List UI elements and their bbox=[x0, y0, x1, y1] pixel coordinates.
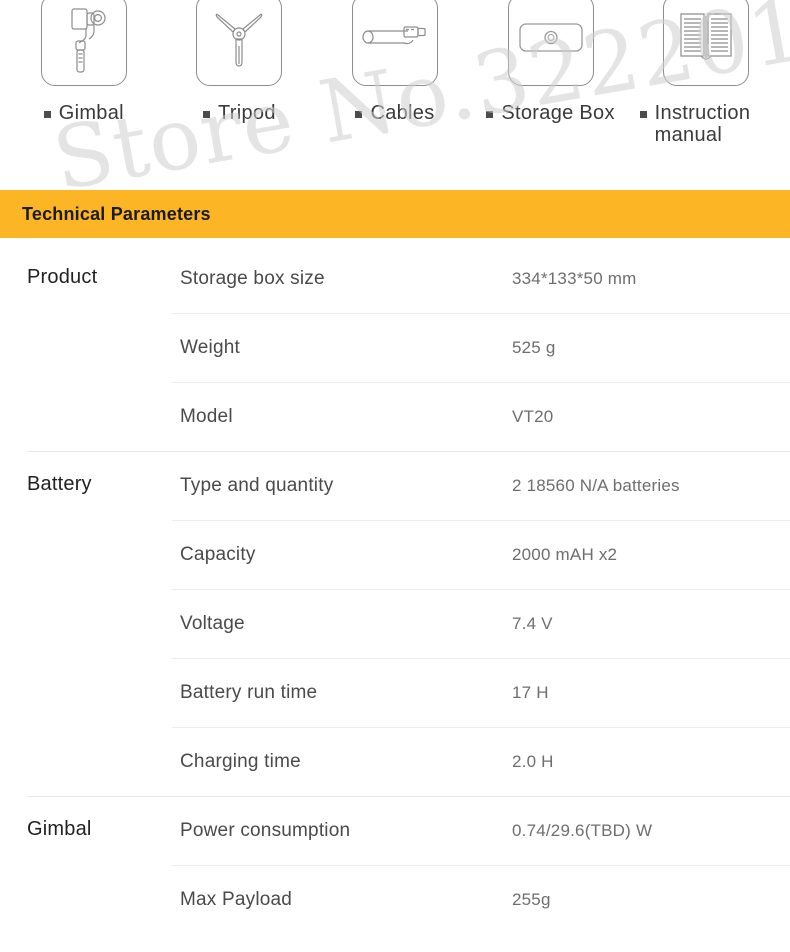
table-row: Type and quantity 2 18560 N/A batteries bbox=[172, 451, 790, 520]
accessory-icon-frame bbox=[40, 0, 127, 86]
specification-table: Product Storage box size 334*133*50 mm W… bbox=[0, 238, 790, 934]
bullet-square-icon bbox=[639, 111, 647, 118]
spec-row-name: Voltage bbox=[180, 612, 245, 634]
accessory-item-tripod: Tripod bbox=[162, 0, 318, 124]
manual-book-icon bbox=[675, 8, 737, 73]
spec-row-value: 0.74/29.6(TBD) W bbox=[512, 820, 653, 840]
spec-group-product: Product Storage box size 334*133*50 mm W… bbox=[0, 244, 790, 451]
cable-icon bbox=[360, 18, 430, 63]
spec-row-value: 2 18560 N/A batteries bbox=[512, 475, 680, 495]
spec-row-name: Battery run time bbox=[180, 681, 318, 703]
accessory-icon-frame bbox=[663, 0, 750, 86]
table-row: Voltage 7.4 V bbox=[172, 589, 790, 658]
table-row: Charging time 2.0 H bbox=[172, 727, 790, 796]
accessory-item-gimbal: Gimbal bbox=[6, 0, 162, 124]
accessory-label: Instruction manual bbox=[654, 102, 751, 147]
spec-row-name: Capacity bbox=[180, 543, 256, 565]
spec-row-name: Model bbox=[180, 405, 233, 427]
table-row: Model VT20 bbox=[172, 382, 790, 451]
accessory-icon-frame bbox=[351, 0, 438, 86]
bullet-square-icon bbox=[203, 111, 211, 118]
table-row: Capacity 2000 mAH x2 bbox=[172, 520, 790, 589]
spec-row-value: 2.0 H bbox=[512, 751, 554, 771]
accessory-icon-frame bbox=[507, 0, 594, 86]
accessory-icon-frame bbox=[196, 0, 283, 86]
table-row: Max Payload 255g bbox=[172, 865, 790, 934]
spec-group-gimbal: Gimbal Power consumption 0.74/29.6(TBD) … bbox=[0, 796, 790, 934]
spec-row-value: 2000 mAH x2 bbox=[512, 544, 618, 564]
accessories-strip: Gimbal Tripod Cables Storage Box Instruc… bbox=[0, 0, 790, 178]
spec-group-label: Product bbox=[27, 266, 98, 288]
spec-row-value: 255g bbox=[512, 889, 551, 909]
spec-group-label: Gimbal bbox=[27, 818, 92, 840]
bullet-square-icon bbox=[355, 111, 363, 118]
spec-group-rows: Storage box size 334*133*50 mm Weight 52… bbox=[172, 244, 790, 451]
product-spec-page: Store No.3222016 Gimbal Tripod Cables St… bbox=[0, 0, 790, 952]
spec-row-name: Weight bbox=[180, 336, 240, 358]
accessory-label-row: Storage Box bbox=[473, 102, 629, 124]
accessory-item-cables: Cables bbox=[317, 0, 473, 124]
spec-row-value: 17 H bbox=[512, 682, 549, 702]
band-title: Technical Parameters bbox=[22, 203, 211, 224]
spec-row-name: Charging time bbox=[180, 750, 301, 772]
table-row: Battery run time 17 H bbox=[172, 658, 790, 727]
table-row: Storage box size 334*133*50 mm bbox=[172, 244, 790, 313]
gimbal-icon bbox=[55, 1, 113, 80]
technical-parameters-band: Technical Parameters bbox=[0, 190, 790, 238]
accessory-label-row: Instruction manual bbox=[628, 102, 784, 147]
spec-group-rows: Type and quantity 2 18560 N/A batteries … bbox=[172, 451, 790, 796]
spec-group-label-cell: Product bbox=[0, 244, 172, 451]
accessory-label-row: Gimbal bbox=[6, 102, 162, 124]
spec-group-rows: Power consumption 0.74/29.6(TBD) W Max P… bbox=[172, 796, 790, 934]
table-row: Power consumption 0.74/29.6(TBD) W bbox=[172, 796, 790, 865]
spec-row-name: Type and quantity bbox=[180, 474, 334, 496]
spec-row-value: VT20 bbox=[512, 406, 554, 426]
accessory-item-storage-box: Storage Box bbox=[473, 0, 629, 124]
spec-group-label-cell: Gimbal bbox=[0, 796, 172, 934]
accessory-label: Cables bbox=[370, 102, 435, 124]
tripod-icon bbox=[206, 6, 272, 75]
table-row: Weight 525 g bbox=[172, 313, 790, 382]
spec-row-name: Storage box size bbox=[180, 267, 325, 289]
accessory-label-row: Cables bbox=[317, 102, 473, 124]
accessory-label: Storage Box bbox=[501, 102, 615, 124]
storage-box-icon bbox=[517, 18, 585, 63]
spec-group-label-cell: Battery bbox=[0, 451, 172, 796]
spec-row-name: Power consumption bbox=[180, 819, 351, 841]
accessory-label: Gimbal bbox=[58, 102, 124, 124]
spec-row-name: Max Payload bbox=[180, 888, 293, 910]
accessory-label: Tripod bbox=[218, 102, 276, 124]
accessory-item-instruction-manual: Instruction manual bbox=[628, 0, 784, 147]
accessory-label-row: Tripod bbox=[162, 102, 318, 124]
spec-row-value: 7.4 V bbox=[512, 613, 553, 633]
spec-group-label: Battery bbox=[27, 473, 92, 495]
spec-group-battery: Battery Type and quantity 2 18560 N/A ba… bbox=[0, 451, 790, 796]
spec-row-value: 525 g bbox=[512, 337, 556, 357]
bullet-square-icon bbox=[486, 111, 494, 118]
spec-row-value: 334*133*50 mm bbox=[512, 268, 637, 288]
bullet-square-icon bbox=[43, 111, 51, 118]
